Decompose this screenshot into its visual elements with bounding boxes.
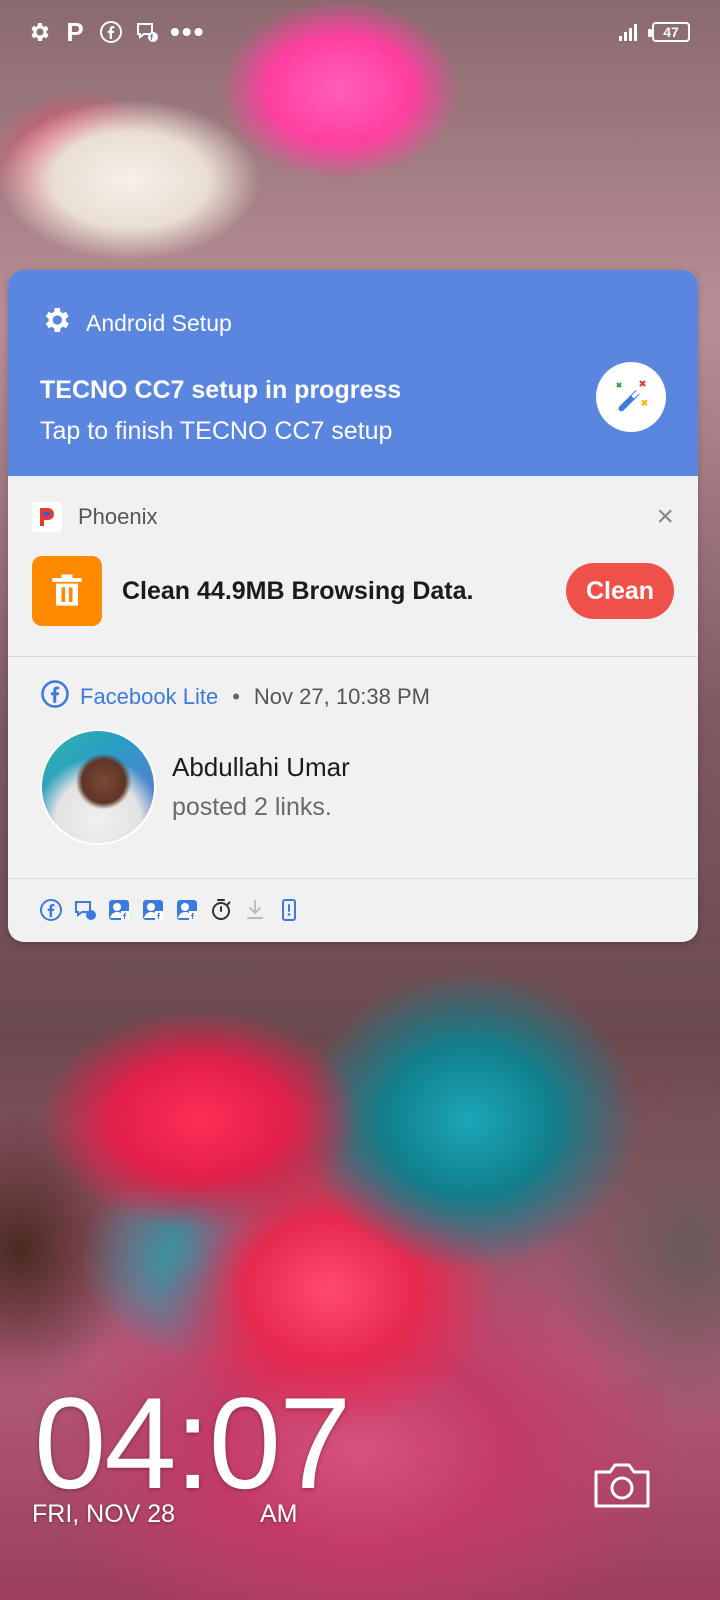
gear-icon — [26, 19, 52, 45]
status-right-icons: 47 — [616, 19, 690, 45]
phoenix-app-name: Phoenix — [78, 504, 158, 529]
download-icon — [242, 897, 268, 923]
lockscreen-time: 04:07 — [34, 1370, 351, 1516]
setup-header: Android Setup — [40, 304, 666, 342]
messenger-icon — [72, 897, 98, 923]
clean-button[interactable]: Clean — [566, 563, 674, 619]
messenger-icon — [134, 19, 160, 45]
status-bar: P ••• 47 — [26, 14, 690, 50]
lockscreen-date: FRI, NOV 28 — [32, 1500, 176, 1528]
trash-icon — [32, 556, 102, 626]
separator: • — [232, 684, 240, 709]
phoenix-logo-icon — [32, 502, 62, 532]
stopwatch-icon — [208, 897, 234, 923]
magic-wand-icon — [596, 362, 666, 432]
notification-time: Nov 27, 10:38 PM — [253, 684, 431, 709]
notification-stack: Android Setup TECNO CC7 setup in progres… — [8, 270, 698, 942]
facebook-icon — [40, 679, 70, 715]
facebook-text-block: Abdullahi Umar posted 2 links. — [172, 752, 350, 822]
setup-title: TECNO CC7 setup in progress — [40, 376, 402, 404]
status-left-icons: P ••• — [26, 16, 206, 47]
post-text: posted 2 links. — [172, 793, 332, 821]
lockscreen-ampm: AM — [260, 1500, 298, 1528]
gear-icon — [40, 304, 72, 342]
phone-alert-icon — [276, 897, 302, 923]
camera-icon[interactable] — [592, 1460, 652, 1510]
setup-app-name: Android Setup — [86, 309, 232, 336]
phoenix-message: Clean 44.9MB Browsing Data. — [122, 576, 474, 605]
facebook-header: Facebook Lite • Nov 27, 10:38 PM — [40, 679, 666, 715]
more-dots-icon: ••• — [170, 16, 206, 47]
phoenix-header: Phoenix — [32, 502, 674, 532]
facebook-icon — [98, 19, 124, 45]
setup-text: Tap to finish TECNO CC7 setup — [40, 417, 393, 445]
close-icon[interactable]: × — [656, 502, 674, 532]
facebook-body: Abdullahi Umar posted 2 links. — [40, 729, 666, 845]
avatar — [40, 729, 156, 845]
phoenix-notification[interactable]: Phoenix × Clean 44.9MB Browsing Data. Cl… — [8, 476, 698, 657]
fb-people-icon — [106, 897, 132, 923]
setup-notification[interactable]: Android Setup TECNO CC7 setup in progres… — [8, 270, 698, 476]
poster-name: Abdullahi Umar — [172, 752, 350, 782]
phoenix-body: Clean 44.9MB Browsing Data. Clean — [32, 556, 674, 626]
signal-icon — [616, 19, 642, 45]
facebook-notification[interactable]: Facebook Lite • Nov 27, 10:38 PM Abdulla… — [8, 657, 698, 879]
facebook-app-name: Facebook Lite — [80, 684, 219, 709]
fb-people-icon — [174, 897, 200, 923]
notification-icon-row[interactable] — [8, 879, 698, 941]
battery-indicator: 47 — [648, 22, 690, 42]
fb-people-icon — [140, 897, 166, 923]
facebook-icon — [38, 897, 64, 923]
p-letter-icon: P — [66, 17, 84, 47]
